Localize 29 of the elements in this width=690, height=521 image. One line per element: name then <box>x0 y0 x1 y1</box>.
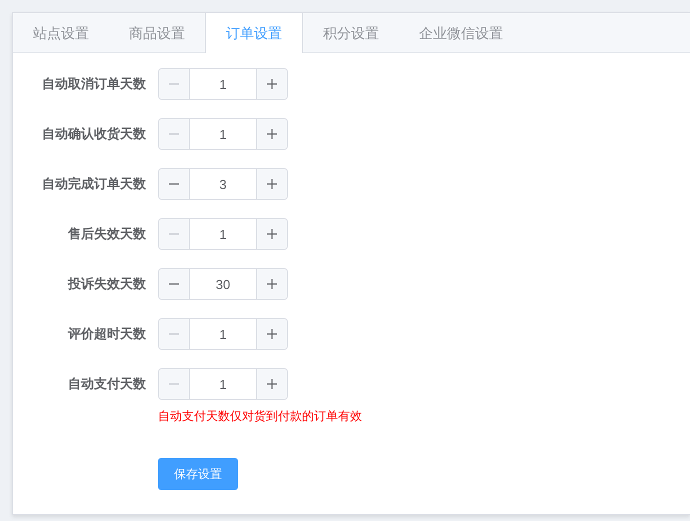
field-label: 售后失效天数 <box>67 225 147 243</box>
increment-button[interactable] <box>256 269 287 299</box>
number-stepper[interactable]: 1 <box>158 68 288 100</box>
number-stepper[interactable]: 1 <box>158 368 288 400</box>
increment-button[interactable] <box>256 169 287 199</box>
number-stepper[interactable]: 30 <box>158 268 288 300</box>
field-label: 自动确认收货天数 <box>41 125 147 143</box>
plus-icon <box>266 378 278 390</box>
increment-button[interactable] <box>256 69 287 99</box>
plus-icon <box>266 78 278 90</box>
increment-button[interactable] <box>256 319 287 349</box>
number-stepper[interactable]: 1 <box>158 218 288 250</box>
field-label: 自动取消订单天数 <box>41 75 147 93</box>
plus-icon <box>266 328 278 340</box>
field-label: 投诉失效天数 <box>66 275 147 293</box>
hint-text: 自动支付天数仅对货到付款的订单有效 <box>158 408 362 425</box>
plus-icon <box>266 178 278 190</box>
number-stepper[interactable]: 3 <box>158 168 288 200</box>
number-stepper[interactable]: 1 <box>158 118 288 150</box>
field-label: 自动支付天数 <box>67 375 147 393</box>
number-stepper[interactable]: 1 <box>158 318 288 350</box>
increment-button[interactable] <box>256 369 287 399</box>
field-label: 评价超时天数 <box>66 325 147 343</box>
plus-icon <box>266 228 278 240</box>
increment-button[interactable] <box>256 219 287 249</box>
increment-button[interactable] <box>256 119 287 149</box>
field-label: 自动完成订单天数 <box>41 175 147 193</box>
plus-icon <box>266 278 278 290</box>
plus-icon <box>266 128 278 140</box>
